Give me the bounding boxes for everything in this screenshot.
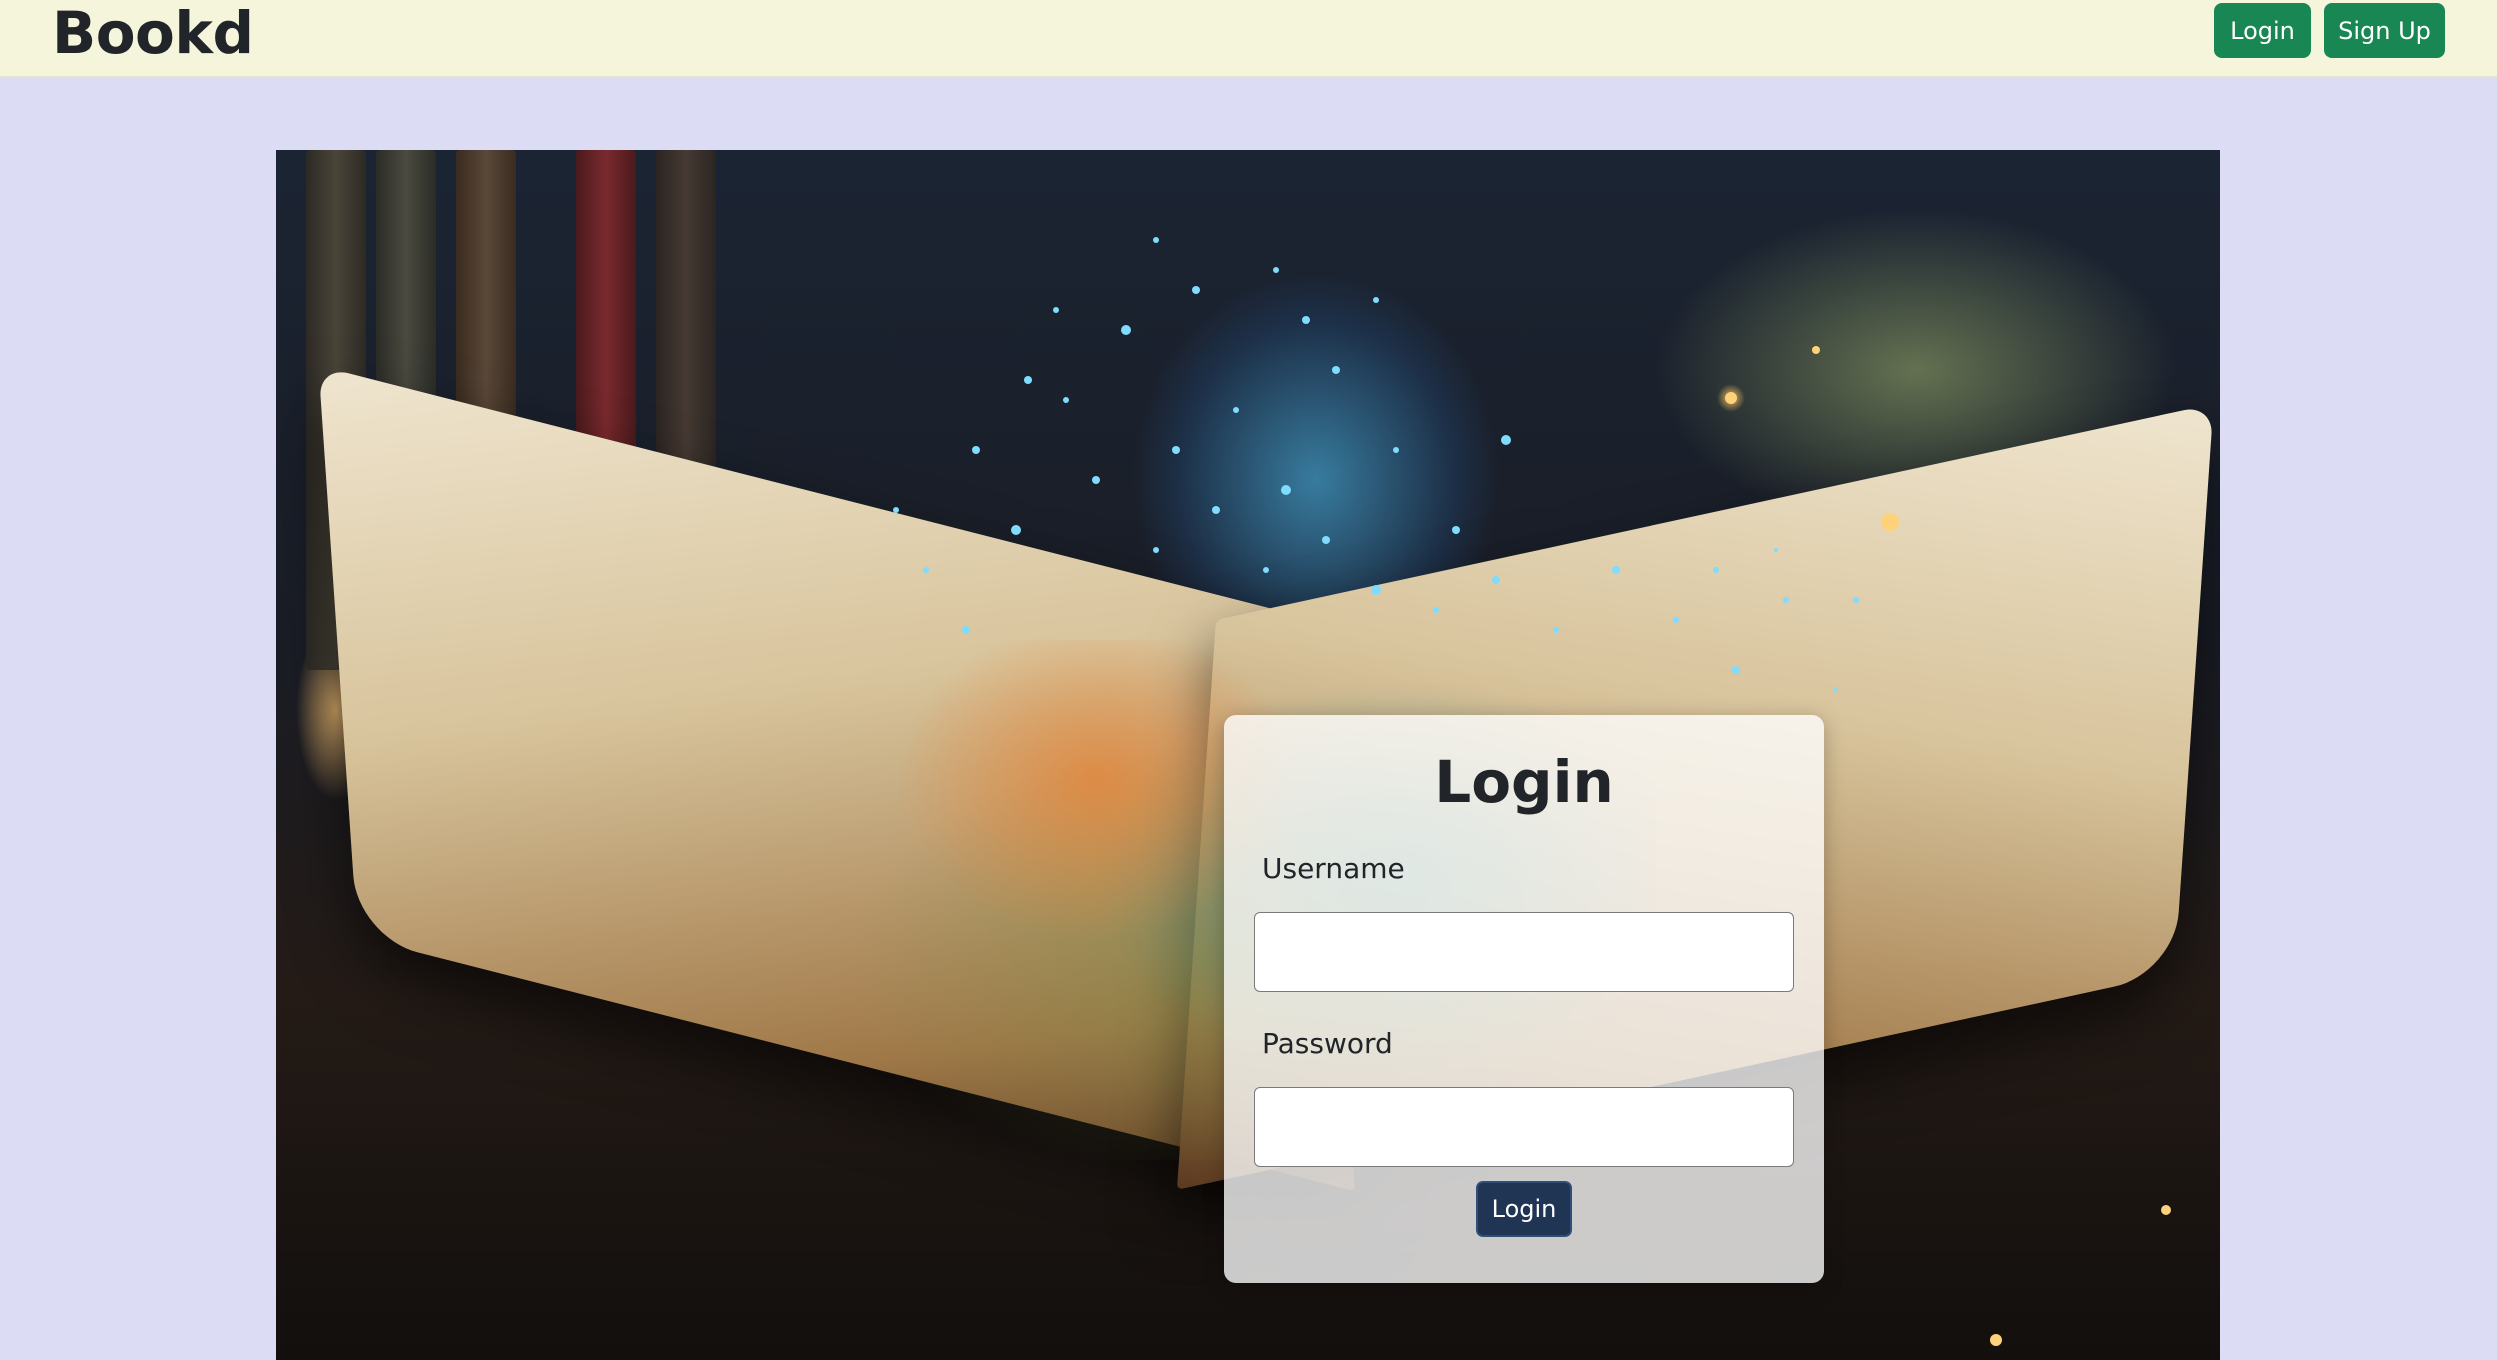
login-title: Login — [1434, 748, 1614, 816]
username-input[interactable] — [1254, 912, 1794, 992]
brand-logo[interactable]: Bookd — [52, 0, 254, 66]
nav-signup-button[interactable]: Sign Up — [2324, 3, 2445, 58]
password-input[interactable] — [1254, 1087, 1794, 1167]
password-label: Password — [1262, 1027, 1393, 1060]
nav-login-button[interactable]: Login — [2214, 3, 2311, 58]
hero-image: Login Username Password Login — [276, 150, 2220, 1360]
username-label: Username — [1262, 852, 1405, 885]
navbar: Bookd Login Sign Up — [0, 0, 2497, 77]
login-card: Login Username Password Login — [1224, 715, 1824, 1283]
login-submit-button[interactable]: Login — [1476, 1181, 1572, 1237]
